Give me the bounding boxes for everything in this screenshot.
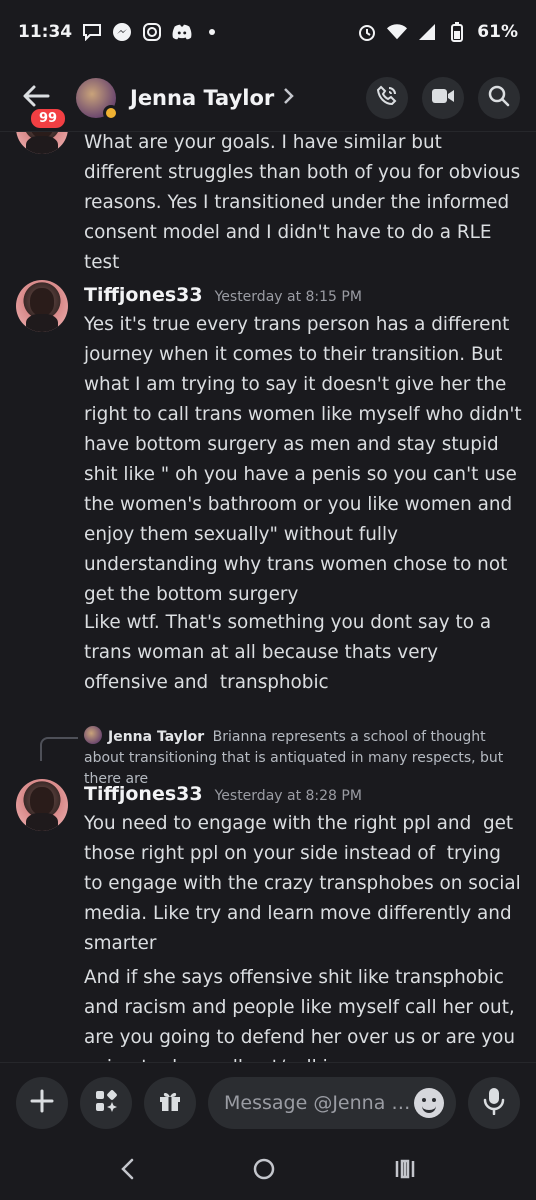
- message-text: And if she says offensive shit like tran…: [84, 967, 516, 1062]
- message-composer: Message @Jenna T...: [0, 1062, 536, 1142]
- voice-call-button[interactable]: [366, 76, 408, 119]
- contact-avatar[interactable]: [76, 77, 119, 121]
- nav-back-icon[interactable]: [119, 1157, 135, 1185]
- instagram-icon: [142, 22, 162, 42]
- avatar[interactable]: [16, 132, 68, 154]
- reply-preview[interactable]: Jenna Taylor Brianna represents a school…: [84, 726, 524, 790]
- emoji-icon[interactable]: [414, 1087, 444, 1118]
- contact-name[interactable]: Jenna Taylor: [130, 86, 274, 110]
- status-time: 11:34: [18, 22, 73, 42]
- phone-call-icon: [376, 85, 398, 111]
- voice-message-button[interactable]: [468, 1076, 520, 1129]
- message-input-placeholder: Message @Jenna T...: [224, 1091, 414, 1114]
- reply-avatar: [84, 726, 102, 744]
- battery-percent: 61%: [477, 22, 518, 42]
- gift-icon: [157, 1088, 183, 1118]
- unread-badge: 99: [28, 105, 69, 131]
- back-button[interactable]: 99: [16, 78, 69, 131]
- message-author[interactable]: Tiffjones33: [84, 783, 203, 805]
- search-button[interactable]: [478, 76, 520, 119]
- apps-button[interactable]: [80, 1076, 132, 1129]
- message-author[interactable]: Tiffjones33: [84, 284, 203, 306]
- dm-header: 99 Jenna Taylor: [0, 64, 536, 132]
- reply-author: Jenna Taylor: [108, 729, 205, 745]
- chevron-right-icon[interactable]: [282, 86, 295, 110]
- microphone-icon: [483, 1087, 505, 1119]
- wifi-icon: [387, 22, 408, 42]
- nav-recents-icon[interactable]: [393, 1157, 417, 1185]
- alarm-icon: [357, 22, 377, 42]
- video-call-button[interactable]: [422, 76, 464, 119]
- avatar[interactable]: [16, 280, 68, 332]
- message-text: Yes it's true every trans person has a d…: [84, 314, 528, 605]
- chat-notification-icon: [82, 22, 102, 42]
- add-attachment-button[interactable]: [16, 1076, 68, 1129]
- search-icon: [488, 85, 510, 111]
- apps-icon: [93, 1088, 119, 1118]
- idle-status-icon: [103, 104, 119, 121]
- battery-icon: [447, 22, 467, 42]
- message-timestamp: Yesterday at 8:15 PM: [214, 289, 362, 305]
- more-notifications-dot-icon: [202, 22, 222, 42]
- gift-button[interactable]: [144, 1076, 196, 1129]
- avatar[interactable]: [16, 779, 68, 831]
- signal-icon: [417, 22, 437, 42]
- message-list[interactable]: What are your goals. I have similar but …: [0, 132, 536, 1062]
- message-text: What are your goals. I have similar but …: [84, 132, 527, 273]
- system-nav-bar: [0, 1142, 536, 1200]
- message-text: You need to engage with the right ppl an…: [84, 813, 527, 954]
- status-bar: 11:34 61%: [0, 0, 536, 64]
- reply-connector: [40, 737, 78, 761]
- video-camera-icon: [431, 87, 455, 109]
- messenger-icon: [112, 22, 132, 42]
- plus-icon: [29, 1088, 55, 1118]
- message-timestamp: Yesterday at 8:28 PM: [214, 788, 362, 804]
- message-input[interactable]: Message @Jenna T...: [208, 1076, 456, 1129]
- nav-home-icon[interactable]: [252, 1157, 276, 1185]
- message-text: Like wtf. That's something you dont say …: [84, 612, 497, 693]
- discord-icon: [172, 22, 192, 42]
